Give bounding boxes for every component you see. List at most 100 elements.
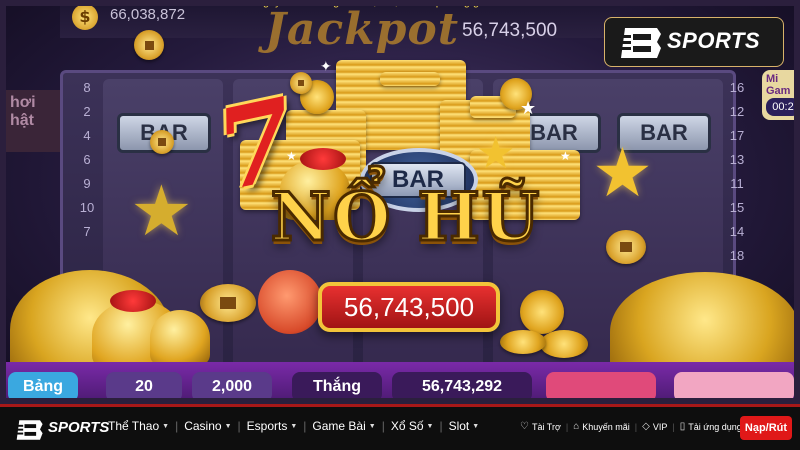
mini-game-timer: 00:2 — [766, 98, 800, 116]
bet-amount-button[interactable]: 2,000 — [192, 372, 272, 402]
gold-coin — [500, 330, 546, 354]
brand-logo-icon — [617, 28, 661, 58]
main-title: NỔ HŨ — [269, 177, 542, 258]
main-menu: Thể Thao ▼ | Casino ▼ | Esports ▼ | Game Bà… — [108, 419, 479, 433]
payline-number: 10 — [79, 200, 95, 215]
win-amount: 56,743,292 — [392, 372, 532, 402]
payline-number: 7 — [83, 224, 91, 239]
payline-number: 12 — [729, 104, 745, 119]
payline-number: 17 — [729, 128, 745, 143]
diamond-icon: ◇ — [642, 421, 650, 432]
player-balance: 66,038,872 — [110, 6, 186, 23]
menu-separator: | — [175, 419, 179, 433]
link-label: VIP — [652, 421, 668, 432]
payline-number: 18 — [729, 248, 745, 263]
link-separator: | — [565, 421, 569, 432]
link-label: Tài Trợ — [531, 421, 561, 432]
link-sponsor[interactable]: ♡ Tài Trợ — [520, 421, 561, 432]
deposit-withdraw-button[interactable]: Nạp/Rút — [740, 416, 792, 440]
coin-stack — [380, 72, 440, 86]
sponsor-icon: ♡ — [520, 421, 529, 432]
menu-separator: | — [381, 419, 385, 433]
chevron-down-icon: ▼ — [162, 422, 170, 430]
star-icon: ★ — [476, 128, 516, 179]
bet-lines-button[interactable]: 20 — [106, 372, 182, 402]
chevron-down-icon: ▼ — [368, 422, 376, 430]
ancient-coin — [290, 72, 312, 94]
menu-item-label: Slot — [448, 419, 470, 433]
ancient-coin — [606, 230, 646, 264]
site-navbar: SPORTS Thể Thao ▼ | Casino ▼ | Esports ▼ | … — [0, 404, 800, 450]
spin-button[interactable] — [674, 372, 794, 402]
menu-item-slot[interactable]: Slot ▼ — [449, 419, 480, 433]
brand-name: SPORTS — [667, 28, 761, 53]
menu-separator: | — [439, 419, 443, 433]
chevron-down-icon: ▼ — [426, 422, 434, 430]
nav-logo[interactable]: SPORTS — [14, 417, 109, 441]
action-button[interactable] — [546, 372, 656, 402]
ancient-coin — [150, 130, 174, 154]
brand-badge: SPORTS — [604, 17, 784, 67]
nav-logo-text: SPORTS — [48, 419, 110, 436]
payline-number: 6 — [83, 152, 91, 167]
payline-numbers-right: 16 12 17 13 11 15 14 18 — [722, 80, 752, 272]
gold-coin — [520, 290, 564, 334]
side-menu-tab[interactable]: hơi hật — [6, 90, 60, 152]
menu-item-label: Game Bài — [312, 419, 366, 433]
menu-item-label: Esports — [246, 419, 288, 433]
menu-item-xo-so[interactable]: Xổ Số ▼ — [391, 419, 434, 433]
ancient-coin — [200, 284, 256, 322]
menu-item-the-thao[interactable]: Thể Thao ▼ — [108, 419, 169, 433]
payline-number: 14 — [729, 224, 745, 239]
grapefruit — [258, 270, 322, 334]
link-promotions[interactable]: ⌂ Khuyến mãi — [573, 421, 630, 432]
link-separator: | — [634, 421, 638, 432]
payline-number: 16 — [729, 80, 745, 95]
ancient-coin — [134, 30, 164, 60]
payline-number: 8 — [83, 80, 91, 95]
menu-item-casino[interactable]: Casino ▼ — [184, 419, 231, 433]
red-bow — [300, 148, 346, 170]
win-label: Thắng — [292, 372, 382, 402]
jackpot-top-value: 56,743,500 — [462, 20, 558, 41]
star-icon: ★ — [130, 170, 193, 252]
chevron-down-icon: ▼ — [472, 422, 480, 430]
jackpot-amount: 56,743,500 — [318, 282, 500, 332]
payline-number: 11 — [730, 176, 744, 191]
menu-item-label: Xổ Số — [390, 419, 424, 433]
star-icon: ★ — [592, 134, 653, 213]
link-separator: | — [672, 421, 675, 432]
sparkle-icon: ★ — [286, 149, 297, 163]
link-label: Khuyến mãi — [582, 421, 630, 432]
chevron-down-icon: ▼ — [290, 422, 298, 430]
red-bow — [110, 290, 156, 312]
menu-separator: | — [303, 419, 307, 433]
jackpot-title: Jackpot — [265, 4, 460, 55]
payline-number: 9 — [83, 176, 91, 191]
payline-number: 13 — [729, 152, 745, 167]
leaderboard-button[interactable]: Bảng — [8, 372, 78, 402]
utility-links: ♡ Tài Trợ | ⌂ Khuyến mãi | ◇ VIP | ▯ Tải ứng… — [520, 421, 742, 432]
phone-icon: ▯ — [679, 421, 686, 432]
tag-icon: ⌂ — [573, 421, 580, 432]
sparkle-icon: ✦ — [320, 59, 332, 75]
payline-number: 15 — [729, 200, 745, 215]
menu-separator: | — [237, 419, 241, 433]
golden-bell — [150, 310, 210, 366]
sparkle-icon: ★ — [560, 149, 571, 163]
menu-item-game-bai[interactable]: Game Bài ▼ — [312, 419, 375, 433]
link-download-app[interactable]: ▯ Tải ứng dụng — [680, 421, 742, 432]
link-vip[interactable]: ◇ VIP — [642, 421, 667, 432]
payline-numbers-left: 8 2 4 6 9 10 7 — [72, 80, 102, 248]
dollar-coin-icon: $ — [72, 4, 98, 30]
brand-logo-icon — [14, 420, 43, 440]
payline-number: 4 — [83, 128, 91, 143]
chevron-down-icon: ▼ — [224, 422, 232, 430]
menu-item-label: Casino — [184, 419, 222, 433]
menu-item-label: Thể Thao — [108, 419, 160, 433]
payline-number: 2 — [83, 104, 91, 119]
sparkle-icon: ★ — [520, 98, 537, 119]
link-label: Tải ứng dụng — [688, 421, 742, 432]
menu-item-esports[interactable]: Esports ▼ — [247, 419, 298, 433]
gold-coin — [540, 330, 588, 358]
